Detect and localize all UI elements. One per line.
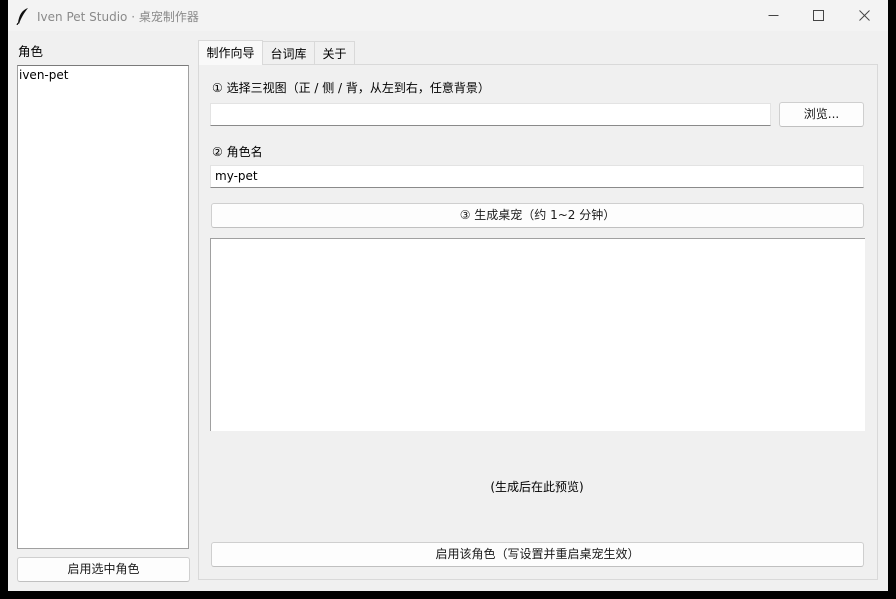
browse-button[interactable]: 浏览... [779, 102, 864, 127]
activate-character-button[interactable]: 启用该角色（写设置并重启桌宠生效） [211, 542, 864, 567]
tab-about[interactable]: 关于 [315, 41, 355, 65]
step1-label: ① 选择三视图（正 / 侧 / 背，从左到右，任意背景） [212, 81, 490, 95]
list-item[interactable]: iven-pet [19, 67, 68, 83]
activate-selected-button[interactable]: 启用选中角色 [17, 557, 190, 582]
tab-lines[interactable]: 台词库 [263, 41, 315, 65]
window-title: Iven Pet Studio · 桌宠制作器 [37, 10, 199, 24]
sidebar-title: 角色 [18, 44, 44, 59]
feather-icon [16, 8, 28, 25]
character-name-input[interactable]: my-pet [210, 165, 864, 188]
character-list[interactable]: iven-pet [17, 65, 189, 549]
minimize-button[interactable] [751, 0, 797, 31]
app-window: Iven Pet Studio · 桌宠制作器 角色 iven-pet 启用选中… [8, 0, 888, 591]
title-bar[interactable]: Iven Pet Studio · 桌宠制作器 [8, 0, 888, 31]
close-icon [859, 10, 870, 21]
maximize-button[interactable] [796, 0, 842, 31]
maximize-icon [813, 10, 824, 21]
minimize-icon [768, 15, 779, 16]
generate-button[interactable]: ③ 生成桌宠（约 1~2 分钟） [211, 203, 864, 228]
tab-wizard[interactable]: 制作向导 [198, 40, 263, 65]
step2-label: ② 角色名 [212, 145, 263, 159]
image-path-input[interactable] [210, 103, 771, 126]
close-button[interactable] [842, 0, 888, 31]
log-textarea[interactable] [210, 238, 865, 431]
preview-placeholder: (生成后在此预览) [490, 480, 584, 494]
